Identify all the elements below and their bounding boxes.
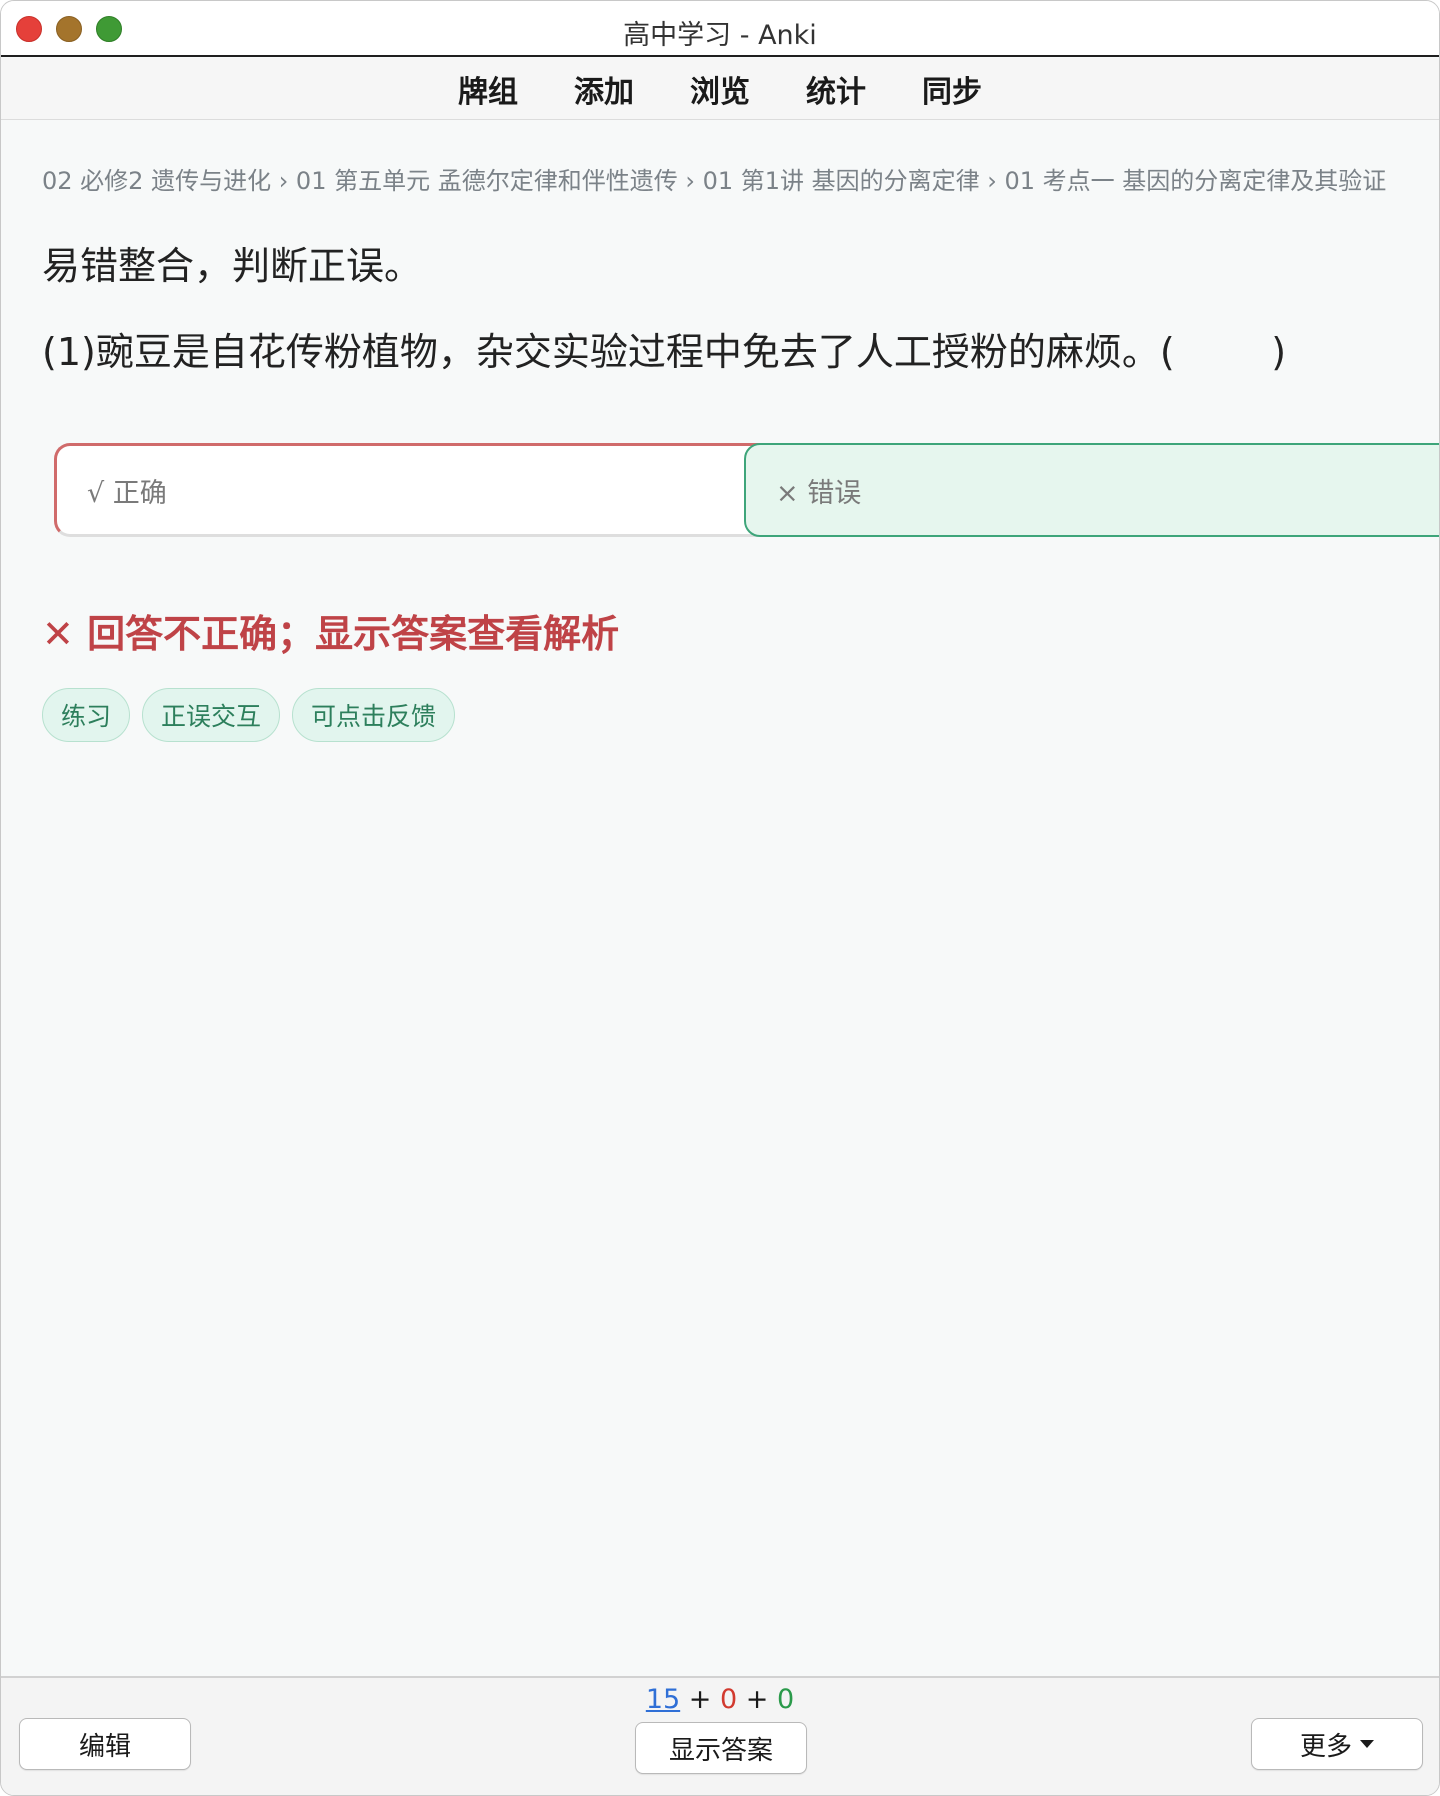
review-count: 0 xyxy=(776,1684,795,1715)
deck-breadcrumb: 02 必修2 遗传与进化 › 01 第五单元 孟德尔定律和伴性遗传 › 01 第… xyxy=(42,167,1387,195)
card-heading: 易错整合，判断正误。 xyxy=(42,244,423,288)
tag-practice: 练习 xyxy=(42,688,131,742)
toolbar-stats[interactable]: 统计 xyxy=(806,67,866,111)
toolbar-decks[interactable]: 牌组 xyxy=(458,67,518,111)
toolbar-add[interactable]: 添加 xyxy=(574,67,634,111)
show-answer-label: 显示答案 xyxy=(668,1735,773,1766)
answer-feedback: ✕ 回答不正确；显示答案查看解析 xyxy=(42,612,620,656)
tag-clickable-feedback: 可点击反馈 xyxy=(292,688,456,742)
more-button[interactable]: 更多 xyxy=(1251,1718,1423,1770)
new-count[interactable]: 15 xyxy=(646,1684,680,1715)
due-counts: 15 + 0 + 0 xyxy=(1,1684,1439,1715)
anki-window: 高中学习 - Anki 牌组 添加 浏览 统计 同步 02 必修2 遗传与进化 … xyxy=(0,0,1440,1796)
title-bar: 高中学习 - Anki xyxy=(1,1,1439,57)
option-true-button[interactable]: √ 正确 xyxy=(54,443,774,537)
learn-count: 0 xyxy=(719,1684,738,1715)
tag-list: 练习 正误交互 可点击反馈 xyxy=(42,688,456,742)
count-separator: + xyxy=(745,1684,769,1715)
chevron-down-icon xyxy=(1360,1740,1374,1748)
option-true-label: √ 正确 xyxy=(87,477,167,509)
option-false-label: × 错误 xyxy=(776,477,862,509)
show-answer-button[interactable]: 显示答案 xyxy=(635,1722,807,1774)
window-title: 高中学习 - Anki xyxy=(623,20,817,51)
toolbar-sync[interactable]: 同步 xyxy=(922,67,982,111)
edit-button[interactable]: 编辑 xyxy=(19,1718,191,1770)
count-separator: + xyxy=(688,1684,712,1715)
main-toolbar: 牌组 添加 浏览 统计 同步 xyxy=(1,58,1439,120)
question-text: (1)豌豆是自花传粉植物，杂交实验过程中免去了人工授粉的麻烦。( ) xyxy=(42,330,1287,374)
toolbar-browse[interactable]: 浏览 xyxy=(690,67,750,111)
card-content: 02 必修2 遗传与进化 › 01 第五单元 孟德尔定律和伴性遗传 › 01 第… xyxy=(1,121,1439,1676)
tag-true-false: 正误交互 xyxy=(142,688,281,742)
bottom-bar: 15 + 0 + 0 编辑 显示答案 更多 xyxy=(1,1676,1439,1795)
option-false-button[interactable]: × 错误 xyxy=(744,443,1439,537)
edit-button-label: 编辑 xyxy=(78,1731,131,1762)
more-button-label: 更多 xyxy=(1299,1731,1352,1762)
